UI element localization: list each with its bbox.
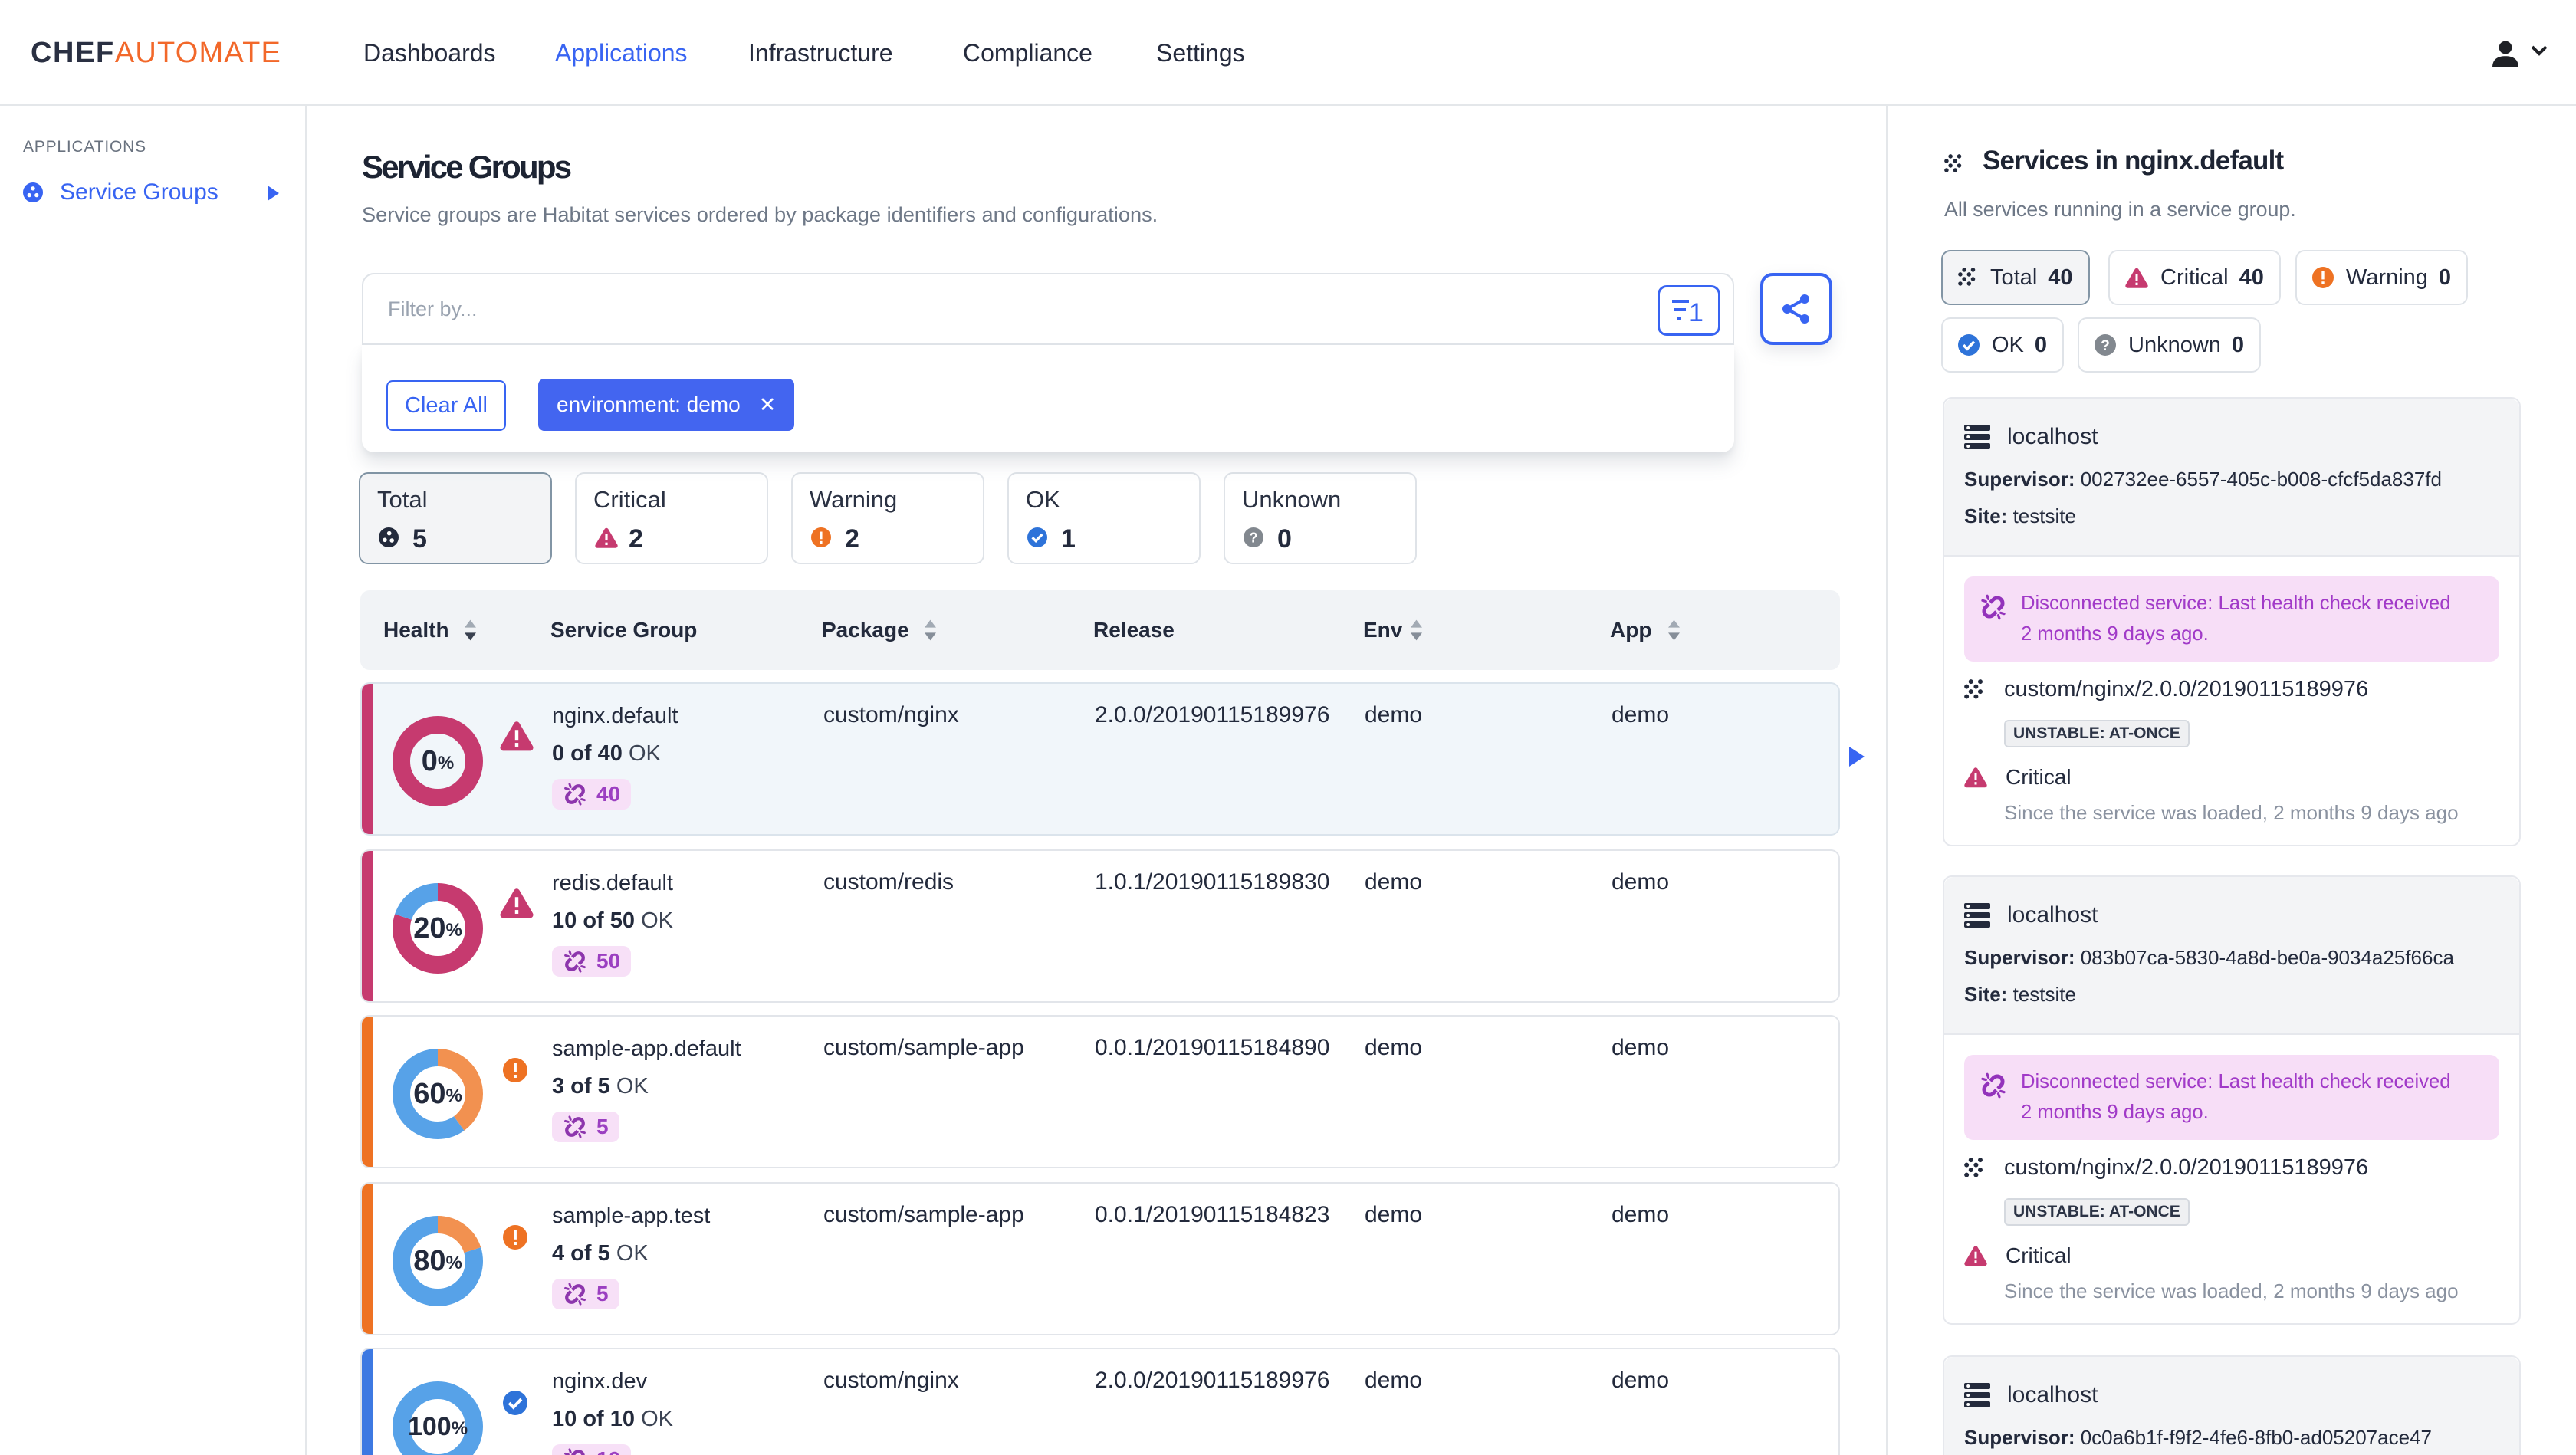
svg-text:?: ? xyxy=(2101,337,2110,354)
svg-text:?: ? xyxy=(1249,530,1257,545)
svg-text:1: 1 xyxy=(1689,298,1704,324)
